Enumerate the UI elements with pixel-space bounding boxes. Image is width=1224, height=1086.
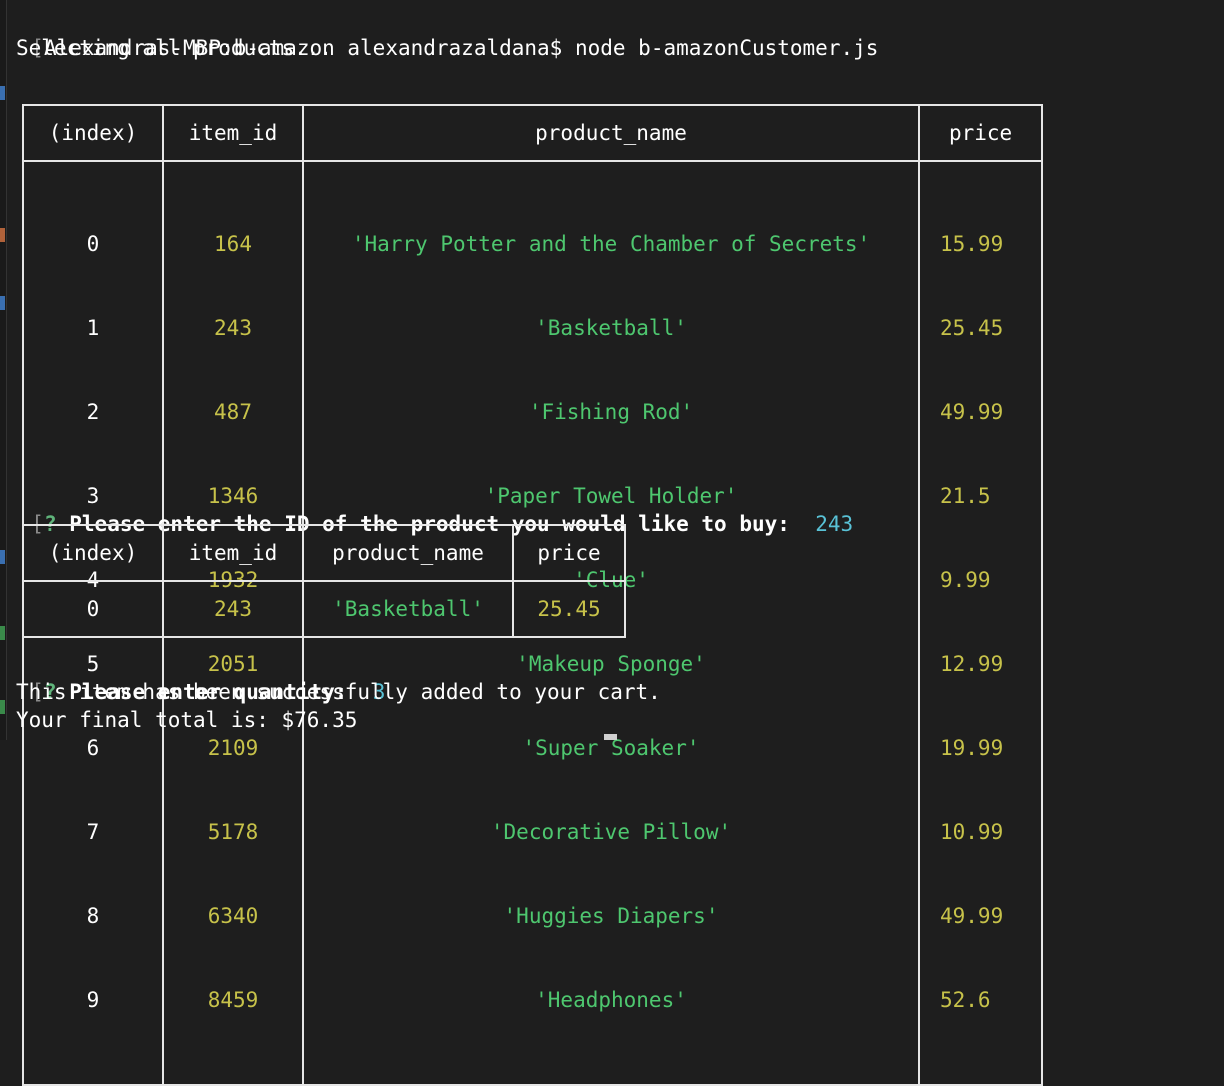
header-price: price: [917, 104, 1044, 162]
cell-product-name: 'Makeup Sponge': [516, 652, 706, 676]
cell-product-name: 'Headphones': [535, 988, 687, 1012]
cell-item-id: 5178: [207, 820, 259, 844]
cell-price: 12.99: [940, 652, 1004, 676]
cell-index: 0: [22, 580, 164, 638]
cell-index: 8: [86, 904, 100, 928]
header-price: price: [512, 524, 626, 582]
price-column: 15.99 25.45 49.99 21.5 9.99 12.99 19.99 …: [917, 160, 1044, 1086]
header-item-id: item_id: [162, 524, 304, 582]
cell-price: 52.6: [940, 988, 991, 1012]
cell-product-name: 'Decorative Pillow': [490, 820, 732, 844]
cell-index: 9: [86, 988, 100, 1012]
gutter-mark: [0, 228, 5, 242]
cell-index: 0: [86, 232, 100, 256]
cell-item-id: 243: [214, 316, 252, 340]
gutter-mark: [0, 550, 5, 564]
header-product-name: product_name: [302, 524, 514, 582]
header-index: (index): [22, 524, 164, 582]
cell-price: 9.99: [940, 568, 991, 592]
id-answer: 243: [815, 512, 854, 536]
cell-item-id: 2109: [207, 736, 259, 760]
cell-product-name: 'Harry Potter and the Chamber of Secrets…: [351, 232, 871, 256]
cell-price: 19.99: [940, 736, 1004, 760]
cell-index: 7: [86, 820, 100, 844]
cell-item-id: 6340: [207, 904, 259, 928]
editor-gutter: [0, 0, 7, 740]
cell-product-name: 'Basketball': [535, 316, 687, 340]
cell-price: 49.99: [940, 400, 1004, 424]
terminal-cursor[interactable]: [604, 734, 617, 740]
cell-item-id: 8459: [207, 988, 259, 1012]
cell-price: 15.99: [940, 232, 1004, 256]
header-index: (index): [22, 104, 164, 162]
command-line: [Alexandras-MBP:b-amazon alexandrazaldan…: [6, 6, 878, 60]
cell-product-name: 'Fishing Rod': [528, 400, 694, 424]
gutter-mark: [0, 86, 5, 100]
cell-price: 25.45: [512, 580, 626, 638]
cell-item-id: 487: [214, 400, 252, 424]
cell-product-name: 'Huggies Diapers': [503, 904, 719, 928]
gutter-mark: [0, 296, 5, 310]
cell-price: 10.99: [940, 820, 1004, 844]
success-message: This item has been successfully added to…: [16, 680, 661, 704]
cell-index: 1: [86, 316, 100, 340]
cell-price: 21.5: [940, 484, 991, 508]
id-question-line: [? Please enter the ID of the product yo…: [6, 482, 853, 536]
cell-price: 25.45: [940, 316, 1004, 340]
cell-index: 2: [86, 400, 100, 424]
cell-index: 6: [86, 736, 100, 760]
header-product-name: product_name: [302, 104, 920, 162]
qty-question-line: [? Please enter quantity: 3: [6, 650, 385, 704]
cell-price: 49.99: [940, 904, 1004, 928]
cell-product-name: 'Basketball': [302, 580, 514, 638]
selecting-message: Selecting all products...: [16, 36, 333, 60]
gutter-mark: [0, 626, 5, 640]
selected-product-table: (index) item_id product_name price 0 243…: [22, 524, 626, 638]
total-message: Your final total is: $76.35: [16, 708, 358, 732]
header-item-id: item_id: [162, 104, 304, 162]
cell-item-id: 243: [162, 580, 304, 638]
cell-item-id: 164: [214, 232, 252, 256]
gutter-mark: [0, 700, 5, 714]
